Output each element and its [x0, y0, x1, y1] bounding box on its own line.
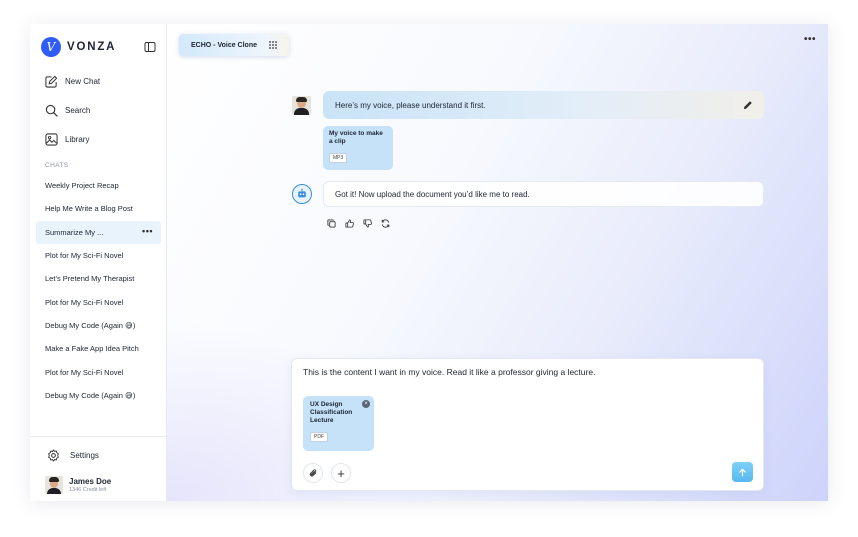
edit-icon[interactable] [743, 100, 753, 110]
vonza-logo-icon: V [41, 37, 61, 57]
settings-label: Settings [70, 451, 99, 460]
model-tab-label: ECHO - Voice Clone [191, 41, 257, 49]
brand-name: VONZA [67, 41, 117, 53]
chat-item[interactable]: Debug My Code (Again 😅) [36, 384, 161, 407]
more-options-icon[interactable]: ••• [804, 35, 816, 45]
sidebar: V VONZA New Chat Search Library CHATS We… [30, 24, 167, 501]
app-window: V VONZA New Chat Search Library CHATS We… [30, 24, 828, 501]
robot-icon [298, 188, 306, 198]
user-message-avatar [292, 96, 311, 115]
sidebar-footer: Settings James Doe 1346 Credit left [30, 436, 167, 501]
chat-item-active[interactable]: Summarize My ... ••• [36, 220, 161, 244]
message-composer[interactable]: This is the content I want in my voice. … [291, 358, 764, 491]
chat-item[interactable]: Weekly Project Recap [36, 174, 161, 197]
chat-item-label: Plot for My Sci-Fi Novel [45, 297, 124, 307]
chat-item-label: Plot for My Sci-Fi Novel [45, 367, 124, 377]
user-profile[interactable]: James Doe 1346 Credit left [45, 476, 111, 494]
add-button[interactable]: + [331, 463, 351, 483]
attachment-title: UX Design Classification Lecture [310, 401, 353, 424]
nav-library[interactable]: Library [45, 130, 89, 148]
arrow-up-icon [739, 468, 746, 476]
composer-input[interactable]: This is the content I want in my voice. … [303, 367, 595, 377]
chat-item-label: Let’s Pretend My Therapist [45, 274, 135, 284]
nav-new-chat[interactable]: New Chat [45, 72, 100, 90]
attachment-title: My voice to make a clip [329, 130, 383, 145]
paperclip-icon [309, 468, 316, 476]
avatar [45, 476, 63, 494]
chat-more-options-icon[interactable]: ••• [142, 226, 153, 235]
plus-icon: + [337, 465, 345, 481]
copy-icon[interactable] [327, 215, 336, 228]
pdf-attachment-card[interactable]: UX Design Classification Lecture PDF × [303, 396, 374, 451]
chat-item[interactable]: Help Me Write a Blog Post [36, 197, 161, 220]
chat-item-label: Summarize My ... [45, 227, 104, 237]
bot-message-bubble: Got it! Now upload the document you’d li… [323, 181, 764, 207]
library-icon [45, 132, 58, 146]
nav-new-chat-label: New Chat [65, 76, 101, 86]
chat-item-label: Weekly Project Recap [45, 181, 119, 191]
chat-item[interactable]: Plot for My Sci-Fi Novel [36, 360, 161, 383]
user-credit: 1346 Credit left [69, 487, 107, 493]
user-name: James Doe [69, 477, 112, 486]
nav-library-label: Library [65, 134, 90, 144]
chat-item-label: Make a Fake App Idea Pitch [45, 344, 139, 354]
bot-message-text: Got it! Now upload the document you’d li… [335, 189, 530, 199]
chat-item[interactable]: Plot for My Sci-Fi Novel [36, 290, 161, 313]
grid-icon[interactable] [269, 41, 277, 49]
chat-list: Weekly Project Recap Help Me Write a Blo… [36, 174, 161, 407]
chats-section-label: CHATS [45, 162, 69, 169]
settings-button[interactable]: Settings [47, 449, 99, 462]
chat-main: ECHO - Voice Clone ••• Here’s my voice, … [167, 24, 828, 501]
sidebar-toggle-icon[interactable] [144, 40, 156, 52]
message-actions [327, 215, 399, 228]
chat-item-label: Debug My Code (Again 😅) [45, 320, 136, 330]
brand[interactable]: V VONZA [41, 37, 116, 57]
chat-item[interactable]: Plot for My Sci-Fi Novel [36, 244, 161, 267]
file-type-badge: MP3 [329, 153, 348, 163]
model-tab[interactable]: ECHO - Voice Clone [179, 34, 289, 56]
chat-item-label: Plot for My Sci-Fi Novel [45, 251, 124, 261]
new-chat-icon [45, 75, 58, 88]
nav-search[interactable]: Search [45, 101, 90, 119]
send-button[interactable] [732, 462, 753, 482]
chat-item[interactable]: Let’s Pretend My Therapist [36, 267, 161, 290]
chat-item-label: Debug My Code (Again 😅) [45, 390, 136, 400]
gear-icon [48, 449, 59, 462]
attach-file-button[interactable] [303, 463, 323, 483]
search-icon [45, 104, 58, 117]
remove-attachment-icon[interactable]: × [362, 400, 370, 408]
file-type-badge: PDF [310, 432, 328, 442]
chat-item[interactable]: Make a Fake App Idea Pitch [36, 337, 161, 360]
bot-avatar [292, 184, 312, 204]
thumbs-up-icon[interactable] [345, 215, 354, 228]
thumbs-down-icon[interactable] [363, 215, 372, 228]
user-message-text: Here’s my voice, please understand it fi… [335, 100, 486, 110]
nav-search-label: Search [65, 105, 91, 115]
regenerate-icon[interactable] [381, 215, 390, 228]
chat-item-label: Help Me Write a Blog Post [45, 204, 133, 214]
chat-item[interactable]: Debug My Code (Again 😅) [36, 314, 161, 337]
user-message-bubble: Here’s my voice, please understand it fi… [323, 91, 764, 119]
voice-attachment-card[interactable]: My voice to make a clip MP3 [323, 126, 393, 170]
